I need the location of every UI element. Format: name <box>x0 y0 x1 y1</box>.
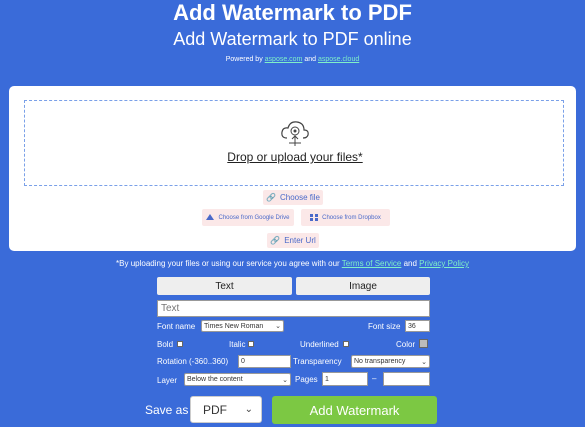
bold-checkbox[interactable] <box>177 341 183 347</box>
pages-to-input[interactable] <box>383 372 430 386</box>
terms-prefix: *By uploading your files or using our se… <box>116 259 342 268</box>
tab-text[interactable]: Text <box>157 277 292 295</box>
privacy-policy-link[interactable]: Privacy Policy <box>419 259 469 268</box>
color-label: Color <box>396 340 416 349</box>
rotation-value: 0 <box>241 358 245 365</box>
rotation-input[interactable]: 0 <box>238 355 291 368</box>
bold-label: Bold <box>157 340 174 349</box>
powered-by: Powered by aspose.com and aspose.cloud <box>0 56 585 63</box>
transparency-value: No transparency <box>354 358 406 365</box>
pages-from-value: 1 <box>325 375 329 383</box>
font-name-label: Font name <box>157 322 196 331</box>
underlined-checkbox[interactable] <box>343 341 349 347</box>
enter-url-label: Enter Url <box>284 236 316 245</box>
link-icon: 🔗 <box>270 236 281 245</box>
transparency-select[interactable]: No transparency ⌄ <box>351 355 430 368</box>
paperclip-icon: 🔗 <box>266 193 276 202</box>
underlined-label: Underlined <box>300 340 339 349</box>
drop-upload-text[interactable]: Drop or upload your files* <box>25 150 565 164</box>
google-drive-icon <box>206 214 215 220</box>
rotation-label: Rotation (-360..360) <box>157 357 229 366</box>
upload-card: Drop or upload your files* 🔗 Choose file… <box>9 86 576 251</box>
chevron-down-icon: ⌄ <box>275 323 281 330</box>
page-subtitle: Add Watermark to PDF online <box>173 29 412 49</box>
font-size-value: 36 <box>408 322 416 330</box>
aspose-com-link[interactable]: aspose.com <box>265 56 303 63</box>
tab-image[interactable]: Image <box>296 277 430 295</box>
font-size-label: Font size <box>368 322 401 331</box>
google-drive-button[interactable]: Choose from Google Drive <box>202 209 294 226</box>
enter-url-button[interactable]: 🔗 Enter Url <box>267 233 319 248</box>
chevron-down-icon: ⌄ <box>421 358 427 366</box>
terms-notice: *By uploading your files or using our se… <box>0 259 585 268</box>
dropbox-icon <box>310 214 319 221</box>
powered-prefix: Powered by <box>225 56 265 63</box>
choose-file-label: Choose file <box>279 193 320 202</box>
layer-select[interactable]: Below the content ⌄ <box>184 373 291 386</box>
aspose-cloud-link[interactable]: aspose.cloud <box>318 56 359 63</box>
layer-value: Below the content <box>187 376 243 383</box>
save-as-label: Save as <box>145 403 189 417</box>
chevron-down-icon: ⌄ <box>244 404 253 415</box>
italic-checkbox[interactable] <box>248 341 254 347</box>
dropbox-button[interactable]: Choose from Dropbox <box>301 209 390 226</box>
add-watermark-button[interactable]: Add Watermark <box>272 396 437 424</box>
terms-and: and <box>401 259 420 268</box>
save-as-value: PDF <box>203 402 227 417</box>
save-as-select[interactable]: PDF ⌄ <box>190 396 262 423</box>
terms-of-service-link[interactable]: Terms of Service <box>342 259 402 268</box>
chevron-down-icon: ⌄ <box>282 376 288 384</box>
pages-dash: – <box>372 374 377 383</box>
cloud-upload-icon <box>281 121 309 146</box>
powered-and: and <box>302 56 318 63</box>
choose-file-button[interactable]: 🔗 Choose file <box>263 190 323 205</box>
pages-from-input[interactable]: 1 <box>322 372 368 386</box>
layer-label: Layer <box>157 376 178 385</box>
font-name-select[interactable]: Times New Roman ⌄ <box>201 320 284 332</box>
google-drive-label: Choose from Google Drive <box>218 214 290 221</box>
color-picker[interactable] <box>419 339 428 348</box>
dropzone[interactable]: Drop or upload your files* <box>24 100 564 186</box>
pages-label: Pages <box>295 375 318 384</box>
dropbox-label: Choose from Dropbox <box>322 214 381 221</box>
font-name-value: Times New Roman <box>204 322 264 330</box>
page-title: Add Watermark to PDF <box>173 0 412 25</box>
italic-label: Italic <box>229 340 246 349</box>
transparency-label: Transparency <box>293 357 342 366</box>
watermark-text-input[interactable] <box>157 300 430 317</box>
font-size-input[interactable]: 36 <box>405 320 430 332</box>
